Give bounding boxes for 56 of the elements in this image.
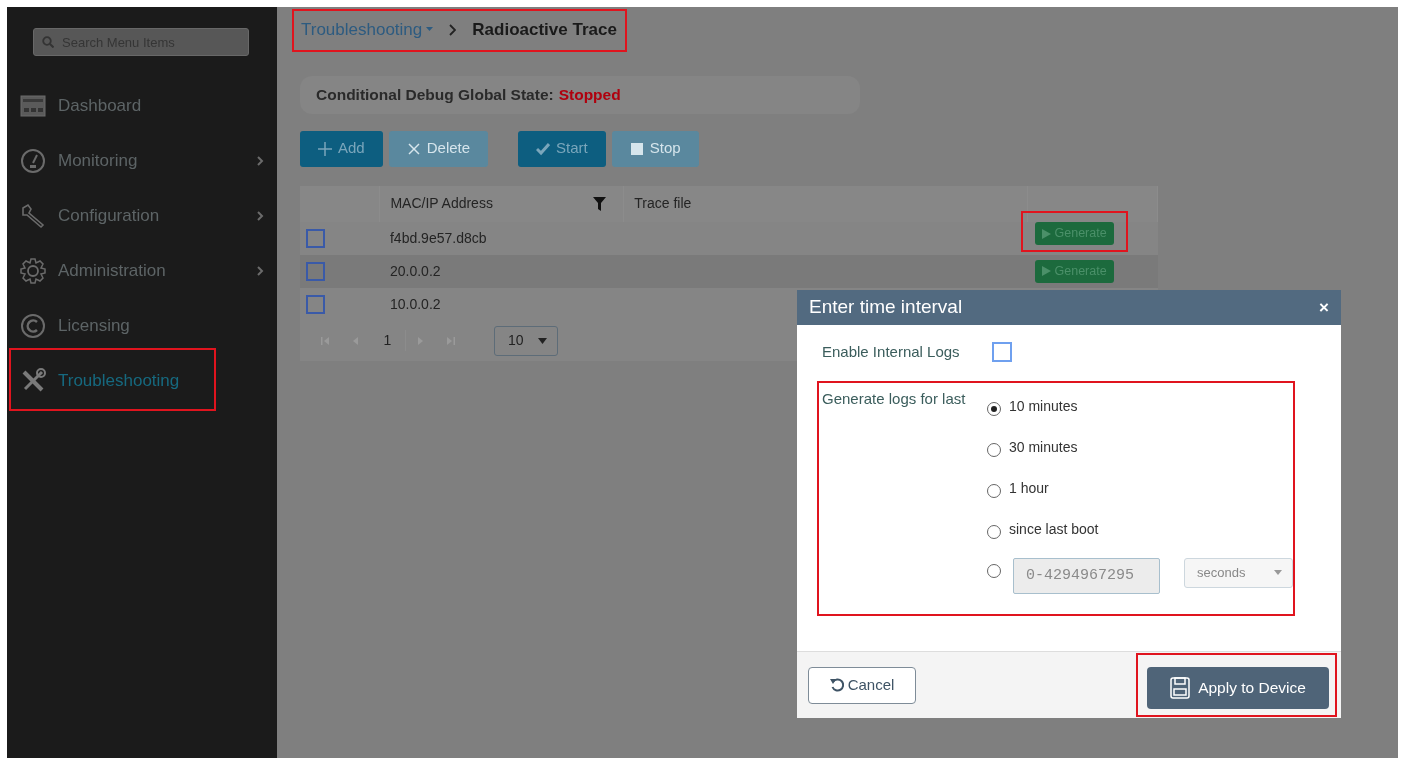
caret-down-icon (426, 27, 434, 33)
plus-icon (318, 141, 332, 156)
option-label: 1 hour (1009, 479, 1049, 498)
gauge-icon (20, 147, 46, 174)
column-header: Trace file (634, 195, 692, 211)
caret-down-icon (538, 337, 547, 344)
check-icon (536, 141, 551, 156)
sidebar-item[interactable]: Dashboard (7, 78, 277, 133)
option-label: 30 minutes (1009, 438, 1078, 457)
tools-icon (20, 367, 46, 394)
table-cell: 10.0.0.2 (389, 295, 441, 312)
sidebar-item[interactable]: Configuration (7, 188, 277, 243)
dialog-title: Enter time interval (809, 295, 963, 320)
status-value: Stopped (558, 84, 621, 105)
row-checkbox[interactable] (306, 229, 325, 249)
toolbar-button[interactable]: Add (300, 130, 383, 167)
table-cell: f4bd.9e57.d8cb (389, 229, 487, 246)
option-label: since last boot (1009, 520, 1099, 539)
save-icon (1170, 677, 1191, 699)
row-checkbox[interactable] (306, 295, 325, 315)
field-label: Generate logs for last (822, 388, 967, 409)
chevron-right-icon (257, 155, 264, 166)
table-cell: 20.0.0.2 (389, 262, 441, 279)
status-label: Conditional Debug Global State: (316, 84, 554, 105)
close-icon (406, 141, 421, 156)
toolbar-button[interactable]: Start (518, 130, 606, 167)
close-button[interactable]: × (1319, 294, 1329, 321)
sidebar-item[interactable]: Administration (7, 243, 277, 298)
stop-icon (629, 141, 644, 156)
sidebar-item[interactable]: Troubleshooting (7, 353, 277, 408)
unit-select[interactable]: seconds (1184, 557, 1293, 588)
page-number[interactable]: 1 (370, 330, 406, 351)
breadcrumb-link[interactable]: Troubleshooting (301, 17, 423, 43)
caret-down-icon (1274, 570, 1282, 575)
filter-icon[interactable] (593, 196, 607, 211)
row-checkbox[interactable] (306, 262, 325, 282)
copyright-icon (20, 312, 46, 339)
option-label: 10 minutes (1009, 397, 1078, 416)
play-icon (1041, 228, 1051, 239)
field-label: Enable Internal Logs (822, 342, 960, 362)
undo-icon (829, 678, 844, 692)
sidebar-item[interactable]: Licensing (7, 298, 277, 353)
page-size-select[interactable]: 10 (494, 325, 558, 356)
apply-button[interactable]: Apply to Device (1147, 667, 1329, 709)
page-title: Radioactive Trace (472, 19, 617, 41)
chevron-right-icon (449, 23, 457, 36)
chevron-right-icon (257, 210, 264, 221)
cancel-button[interactable]: Cancel (808, 666, 916, 704)
column-header: MAC/IP Address (390, 194, 493, 213)
sidebar-item[interactable]: Monitoring (7, 133, 277, 188)
gear-icon (20, 257, 46, 284)
play-icon (1041, 266, 1051, 276)
dashboard-icon (20, 92, 46, 119)
chevron-right-icon (257, 265, 264, 276)
checkbox[interactable] (991, 342, 1012, 363)
wrench-icon (20, 202, 46, 229)
